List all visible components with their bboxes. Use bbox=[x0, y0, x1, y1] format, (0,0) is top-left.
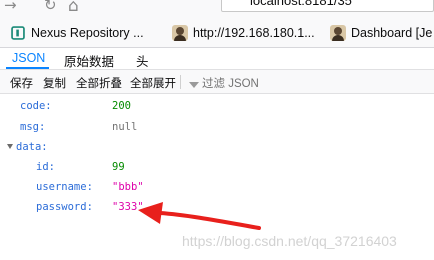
watermark: https://blog.csdn.net/qq_37216403 bbox=[182, 233, 397, 249]
annotation-arrow bbox=[138, 202, 261, 230]
annotation-arrow-shaft bbox=[158, 211, 261, 230]
annotation-arrow-head bbox=[138, 202, 163, 224]
